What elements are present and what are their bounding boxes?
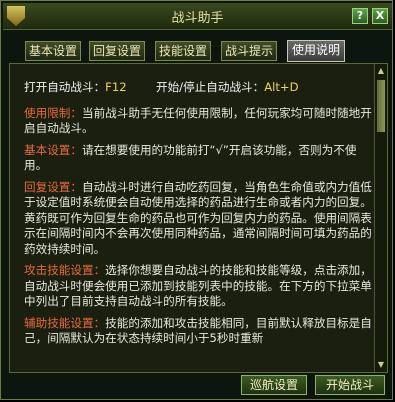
tab-basic-settings[interactable]: 基本设置 <box>25 41 81 61</box>
tab-battle-tips[interactable]: 战斗提示 <box>221 41 277 61</box>
section-attack-skill-settings: 攻击技能设置：选择你想要自动战斗的技能和技能等级，点击添加，自动战斗时便会使用已… <box>24 263 372 310</box>
tab-skill-settings[interactable]: 技能设置 <box>155 41 211 61</box>
hotkey-toggle-key: Alt+D <box>264 80 299 94</box>
tab-recovery-settings[interactable]: 回复设置 <box>89 41 145 61</box>
title-bar[interactable]: 战斗助手 ? X <box>3 3 392 30</box>
section-heading: 使用限制： <box>24 105 82 120</box>
hotkey-line: 打开自动战斗：F12 开始/停止自动战斗：Alt+D <box>24 80 372 96</box>
hotkey-auto-key: F12 <box>105 80 127 94</box>
guide-content: 打开自动战斗：F12 开始/停止自动战斗：Alt+D 使用限制：当前战斗助手无任… <box>24 80 372 353</box>
help-button[interactable]: ? <box>352 8 368 24</box>
usage-guide-panel: 打开自动战斗：F12 开始/停止自动战斗：Alt+D 使用限制：当前战斗助手无任… <box>9 63 388 373</box>
section-heading: 辅助技能设置： <box>24 315 106 330</box>
section-heading: 攻击技能设置： <box>24 263 106 277</box>
section-heading: 基本设置： <box>24 142 82 157</box>
battle-assistant-window: 战斗助手 ? X 基本设置 回复设置 技能设置 战斗提示 使用说明 打开自动战斗… <box>0 0 393 400</box>
scroll-thumb[interactable] <box>377 80 385 132</box>
patrol-settings-button[interactable]: 巡航设置 <box>241 375 307 395</box>
close-button[interactable]: X <box>372 8 388 24</box>
window-title: 战斗助手 <box>171 11 224 26</box>
hotkey-auto-label: 打开自动战斗： <box>24 80 106 94</box>
scrollbar[interactable]: ▲ ▼ <box>374 64 387 372</box>
scroll-up-arrow-icon[interactable]: ▲ <box>376 66 386 76</box>
section-usage-limit: 使用限制：当前战斗助手无任何使用限制，任何玩家均可随时随地开启自动战斗。 <box>24 106 372 137</box>
scroll-down-arrow-icon[interactable]: ▼ <box>376 360 386 370</box>
section-support-skill-settings: 辅助技能设置：技能的添加和攻击技能相同，目前默认释放目标是自己，间隔默认为在状态… <box>24 316 372 347</box>
tab-usage-guide[interactable]: 使用说明 <box>287 40 345 62</box>
section-basic-settings: 基本设置：请在想要使用的功能前打“√”开启该功能，否则为不使用。 <box>24 143 372 174</box>
start-battle-button[interactable]: 开始战斗 <box>315 375 385 395</box>
section-recovery-settings: 回复设置：自动战斗时进行自动吃药回复，当角色生命值或内力值低于设定值时系统便会自… <box>24 180 372 258</box>
section-heading: 回复设置： <box>24 179 82 194</box>
hotkey-toggle-label: 开始/停止自动战斗： <box>155 80 265 94</box>
